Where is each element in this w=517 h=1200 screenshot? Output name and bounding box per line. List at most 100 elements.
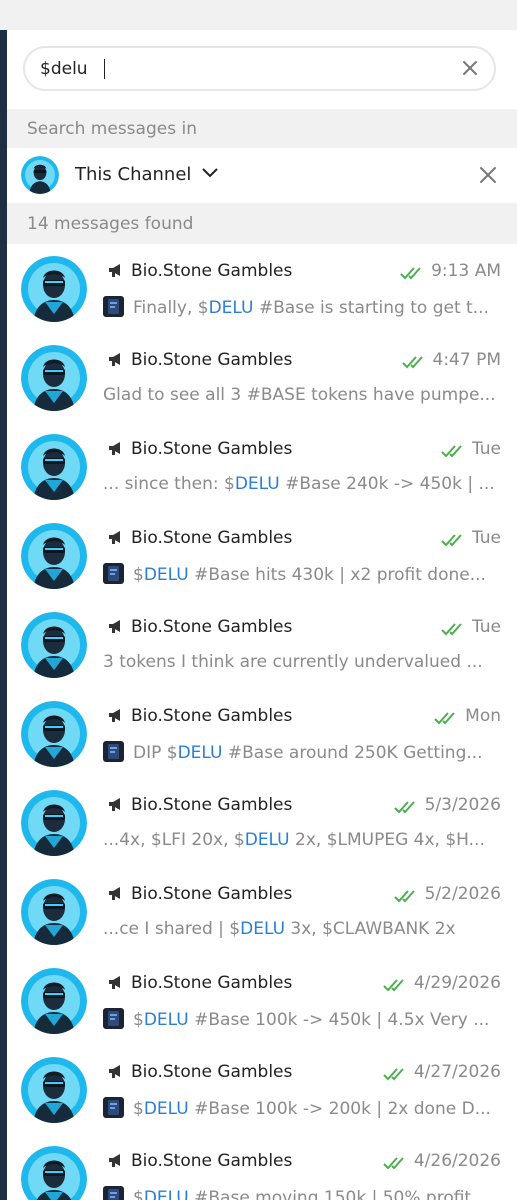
sidebar-edge xyxy=(0,30,7,1200)
search-result-item[interactable]: Bio.Stone Gambles Mon DIP $DELU #Base arou… xyxy=(7,689,517,778)
search-result-item[interactable]: Bio.Stone Gambles 4:47 PM Glad to see all … xyxy=(7,333,517,422)
snippet-text: 2x, $LMUPEG 4x, $H... xyxy=(289,830,485,850)
close-scope-icon[interactable] xyxy=(477,164,499,186)
search-highlight: DELU xyxy=(143,1010,189,1030)
search-highlight: DELU xyxy=(143,1188,189,1200)
search-result-item[interactable]: Bio.Stone Gambles 5/2/2026 ...ce I shared … xyxy=(7,867,517,956)
megaphone-icon xyxy=(107,974,125,990)
snippet-text: $ xyxy=(133,1099,144,1119)
media-thumbnail xyxy=(103,1186,124,1200)
search-result-item[interactable]: Bio.Stone Gambles 5/3/2026 ...4x, $LFI 20x… xyxy=(7,778,517,867)
result-snippet: ...ce I shared | $DELU 3x, $CLAWBANK 2x xyxy=(103,919,503,939)
channel-avatar xyxy=(21,790,87,856)
result-channel-name: Bio.Stone Gambles xyxy=(131,261,293,281)
search-result-item[interactable]: Bio.Stone Gambles 4/26/2026 $DELU #Base mo… xyxy=(7,1134,517,1200)
results-count: 14 messages found xyxy=(27,214,194,234)
search-result-item[interactable]: Bio.Stone Gambles 4/29/2026 $DELU #Base 10… xyxy=(7,956,517,1045)
megaphone-icon xyxy=(107,262,125,278)
search-highlight: DELU xyxy=(240,919,286,939)
result-snippet: $DELU #Base hits 430k | x2 profit done..… xyxy=(103,563,503,585)
double-check-icon xyxy=(401,354,428,369)
search-highlight: DELU xyxy=(208,298,254,318)
media-thumbnail xyxy=(103,1008,124,1029)
channel-avatar xyxy=(21,612,87,678)
channel-avatar xyxy=(21,434,87,500)
snippet-text: #Base moving 150k | 50% profit... xyxy=(188,1188,488,1200)
channel-avatar xyxy=(21,968,87,1034)
search-highlight: DELU xyxy=(244,830,290,850)
channel-avatar xyxy=(21,701,87,767)
search-highlight: DELU xyxy=(143,565,189,585)
result-date: 9:13 AM xyxy=(431,261,501,281)
snippet-text: 3x, $CLAWBANK 2x xyxy=(285,919,456,939)
result-channel-name: Bio.Stone Gambles xyxy=(131,706,293,726)
media-thumbnail xyxy=(103,563,124,584)
double-check-icon xyxy=(383,977,409,992)
double-check-icon xyxy=(383,1066,409,1081)
search-result-item[interactable]: Bio.Stone Gambles 9:13 AM Finally, $DELU #… xyxy=(7,244,517,333)
media-thumbnail xyxy=(103,741,124,762)
snippet-text: ...4x, $LFI 20x, $ xyxy=(103,830,245,850)
result-snippet: Glad to see all 3 #BASE tokens have pump… xyxy=(103,385,503,405)
channel-avatar xyxy=(21,1057,87,1123)
double-check-icon xyxy=(441,443,467,458)
search-results-list: Bio.Stone Gambles 9:13 AM Finally, $DELU #… xyxy=(7,244,517,1200)
result-channel-name: Bio.Stone Gambles xyxy=(131,795,293,815)
result-date: 4/27/2026 xyxy=(413,1062,501,1082)
snippet-text: $ xyxy=(133,1010,144,1030)
snippet-text: #Base 100k -> 450k | 4.5x Very ... xyxy=(188,1010,490,1030)
media-thumbnail xyxy=(103,1097,124,1118)
channel-avatar xyxy=(21,1146,87,1200)
result-snippet: 3 tokens I think are currently undervalu… xyxy=(103,652,503,672)
double-check-icon xyxy=(393,799,420,814)
search-scope-label[interactable]: This Channel xyxy=(75,164,191,185)
double-check-icon xyxy=(441,532,467,547)
search-result-item[interactable]: Bio.Stone Gambles Tue ... since then: $DEL… xyxy=(7,422,517,511)
window-edge xyxy=(0,0,7,1200)
snippet-text: ... since then: $ xyxy=(103,474,235,494)
double-check-icon xyxy=(434,710,460,725)
double-check-icon xyxy=(383,1155,409,1170)
search-highlight: DELU xyxy=(177,743,223,763)
snippet-text: Glad to see all 3 #BASE tokens have pump… xyxy=(103,385,496,405)
megaphone-icon xyxy=(107,618,125,634)
result-date: 5/2/2026 xyxy=(424,884,501,904)
result-date: 4/26/2026 xyxy=(413,1151,501,1171)
close-icon[interactable] xyxy=(460,58,480,78)
search-result-item[interactable]: Bio.Stone Gambles Tue 3 tokens I think are… xyxy=(7,600,517,689)
snippet-text: #Base 100k -> 200k | 2x done D... xyxy=(188,1099,491,1119)
media-thumbnail xyxy=(103,296,124,317)
channel-avatar xyxy=(21,345,87,411)
search-scope-selector[interactable]: This Channel xyxy=(7,148,517,203)
search-in-header: Search messages in xyxy=(7,109,517,148)
result-channel-name: Bio.Stone Gambles xyxy=(131,350,293,370)
result-date: Tue xyxy=(471,439,501,459)
megaphone-icon xyxy=(107,440,125,456)
snippet-text: $ xyxy=(133,1188,144,1200)
double-check-icon xyxy=(393,888,420,903)
chevron-down-icon[interactable] xyxy=(201,166,219,180)
search-input[interactable] xyxy=(40,48,450,89)
megaphone-icon xyxy=(107,529,125,545)
search-highlight: DELU xyxy=(234,474,280,494)
result-snippet: Finally, $DELU #Base is starting to get … xyxy=(103,296,503,318)
result-date: Tue xyxy=(471,528,501,548)
result-snippet: DIP $DELU #Base around 250K Getting... xyxy=(103,741,503,763)
result-channel-name: Bio.Stone Gambles xyxy=(131,1062,293,1082)
search-result-item[interactable]: Bio.Stone Gambles Tue $DELU #Base hits 430… xyxy=(7,511,517,600)
search-panel: Search messages in This Channel 14 messa… xyxy=(7,30,517,1200)
result-snippet: $DELU #Base 100k -> 200k | 2x done D... xyxy=(103,1097,503,1119)
result-date: 4:47 PM xyxy=(432,350,502,370)
channel-avatar xyxy=(21,156,59,194)
snippet-text: #Base 240k -> 450k | ... xyxy=(279,474,495,494)
result-snippet: ...4x, $LFI 20x, $DELU 2x, $LMUPEG 4x, $… xyxy=(103,830,503,850)
result-channel-name: Bio.Stone Gambles xyxy=(131,528,293,548)
channel-avatar xyxy=(21,256,87,322)
megaphone-icon xyxy=(107,885,125,901)
result-channel-name: Bio.Stone Gambles xyxy=(131,884,293,904)
result-snippet: $DELU #Base moving 150k | 50% profit... xyxy=(103,1186,503,1200)
search-result-item[interactable]: Bio.Stone Gambles 4/27/2026 $DELU #Base 10… xyxy=(7,1045,517,1134)
result-snippet: ... since then: $DELU #Base 240k -> 450k… xyxy=(103,474,503,494)
search-box[interactable] xyxy=(23,46,496,91)
snippet-text: Finally, $ xyxy=(133,298,209,318)
